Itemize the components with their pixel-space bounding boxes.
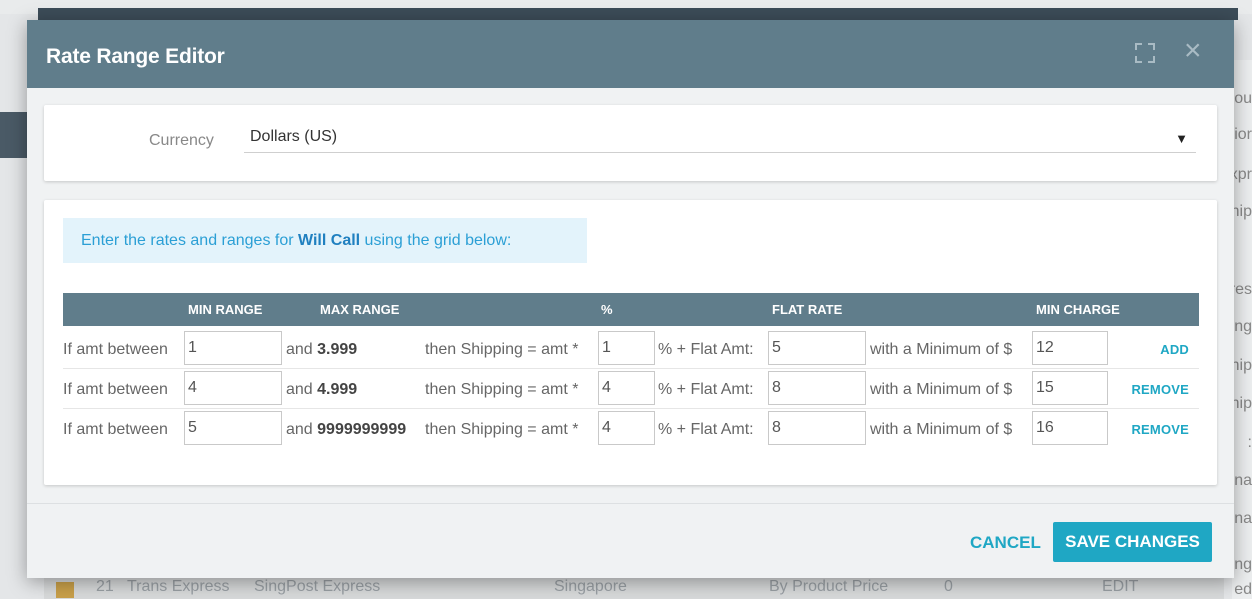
min-range-input[interactable]: [184, 331, 282, 365]
add-row-button[interactable]: ADD: [1160, 342, 1189, 357]
background-row-count: 0: [944, 578, 953, 595]
label-if-between: If amt between: [63, 381, 168, 398]
label-then-shipping: then Shipping = amt *: [425, 421, 579, 438]
label-minimum: with a Minimum of $: [870, 381, 1013, 398]
background-fragment: ng: [1234, 318, 1252, 335]
label-minimum: with a Minimum of $: [870, 341, 1013, 358]
background-fragment: xpr: [1234, 166, 1252, 183]
background-row-service: SingPost Express: [254, 578, 381, 595]
label-minimum: with a Minimum of $: [870, 421, 1013, 438]
max-range-value: 9999999999: [317, 421, 407, 438]
label-if-between: If amt between: [63, 341, 168, 358]
flat-rate-input[interactable]: [768, 371, 866, 405]
background-fragment: hip: [1234, 203, 1252, 220]
background-row-edit: EDIT: [1102, 578, 1139, 595]
background-darkbar: [38, 8, 1238, 20]
background-row-number: 21: [96, 578, 114, 595]
background-fragment: na: [1234, 510, 1252, 527]
min-range-input[interactable]: [184, 371, 282, 405]
label-then-shipping: then Shipping = amt *: [425, 381, 579, 398]
background-row-country: Singapore: [554, 578, 627, 595]
table-row: If amt between and 4.999 then Shipping =…: [63, 369, 1199, 409]
info-prefix: Enter the rates and ranges for: [81, 232, 299, 249]
rates-grid-card: Enter the rates and ranges for Will Call…: [44, 200, 1217, 485]
info-text: Enter the rates and ranges for Will Call…: [81, 232, 511, 250]
and-text: and: [286, 341, 318, 358]
currency-selected-value: Dollars (US): [250, 128, 338, 145]
flat-rate-input[interactable]: [768, 331, 866, 365]
grid-header: MIN RANGE MAX RANGE % FLAT RATE MIN CHAR…: [63, 293, 1199, 326]
max-range-value: 4.999: [317, 381, 358, 398]
header-percent: %: [601, 302, 613, 317]
background-row-name: Trans Express: [127, 578, 230, 595]
chevron-down-icon: ▼: [1175, 131, 1188, 146]
modal-footer: CANCEL SAVE CHANGES: [27, 503, 1234, 578]
percent-input[interactable]: [598, 411, 655, 445]
percent-input[interactable]: [598, 371, 655, 405]
background-fragment: na: [1234, 472, 1252, 489]
label-and: and 4.999: [286, 381, 357, 399]
label-flat-amt: % + Flat Amt:: [658, 421, 754, 438]
label-flat-amt: % + Flat Amt:: [658, 341, 754, 358]
min-charge-input[interactable]: [1032, 411, 1108, 445]
percent-input[interactable]: [598, 331, 655, 365]
table-row: If amt between and 3.999 then Shipping =…: [63, 329, 1199, 369]
background-fragment: ou: [1234, 90, 1252, 107]
info-method: Will Call: [298, 232, 361, 249]
min-range-input[interactable]: [184, 411, 282, 445]
label-then-shipping: then Shipping = amt *: [425, 341, 579, 358]
currency-card: Currency Dollars (US) ▼: [44, 105, 1217, 181]
background-left-band: [0, 112, 30, 158]
label-if-between: If amt between: [63, 421, 168, 438]
cancel-button[interactable]: CANCEL: [970, 533, 1041, 553]
max-range-value: 3.999: [317, 341, 358, 358]
header-flat-rate: FLAT RATE: [772, 302, 843, 317]
truck-icon: [56, 582, 74, 598]
min-charge-input[interactable]: [1032, 331, 1108, 365]
background-fragment: ior: [1234, 126, 1252, 143]
background-fragment: ed: [1234, 581, 1252, 598]
background-fragment: hip: [1234, 357, 1252, 374]
min-charge-input[interactable]: [1032, 371, 1108, 405]
remove-row-button[interactable]: REMOVE: [1131, 382, 1189, 397]
rate-range-editor-modal: Rate Range Editor × Currency Dollars (US…: [27, 20, 1234, 578]
and-text: and: [286, 421, 318, 438]
background-fragment: hip: [1234, 395, 1252, 412]
header-min-charge: MIN CHARGE: [1036, 302, 1120, 317]
currency-select[interactable]: Dollars (US) ▼: [244, 125, 1196, 153]
flat-rate-input[interactable]: [768, 411, 866, 445]
remove-row-button[interactable]: REMOVE: [1131, 422, 1189, 437]
background-fragment: res: [1234, 281, 1252, 298]
background-fragment: ng: [1234, 556, 1252, 573]
info-suffix: using the grid below:: [360, 232, 512, 249]
save-changes-button[interactable]: SAVE CHANGES: [1053, 522, 1212, 562]
modal-title: Rate Range Editor: [46, 45, 225, 68]
close-icon[interactable]: ×: [1184, 36, 1206, 66]
expand-icon[interactable]: [1134, 42, 1156, 64]
background-row-basis: By Product Price: [769, 578, 889, 595]
background-fragment: :: [1247, 434, 1252, 451]
modal-header: Rate Range Editor ×: [27, 20, 1234, 88]
label-and: and 9999999999: [286, 421, 406, 439]
header-max-range: MAX RANGE: [320, 302, 400, 317]
background-right-column: ou ior xpr hip res ng hip hip : na na ng…: [1232, 60, 1252, 599]
label-and: and 3.999: [286, 341, 357, 359]
info-box: Enter the rates and ranges for Will Call…: [63, 218, 587, 263]
header-min-range: MIN RANGE: [188, 302, 263, 317]
currency-label: Currency: [149, 132, 214, 149]
table-row: If amt between and 9999999999 then Shipp…: [63, 409, 1199, 449]
and-text: and: [286, 381, 318, 398]
label-flat-amt: % + Flat Amt:: [658, 381, 754, 398]
background-table-row: 21 Trans Express SingPost Express Singap…: [44, 578, 1224, 599]
